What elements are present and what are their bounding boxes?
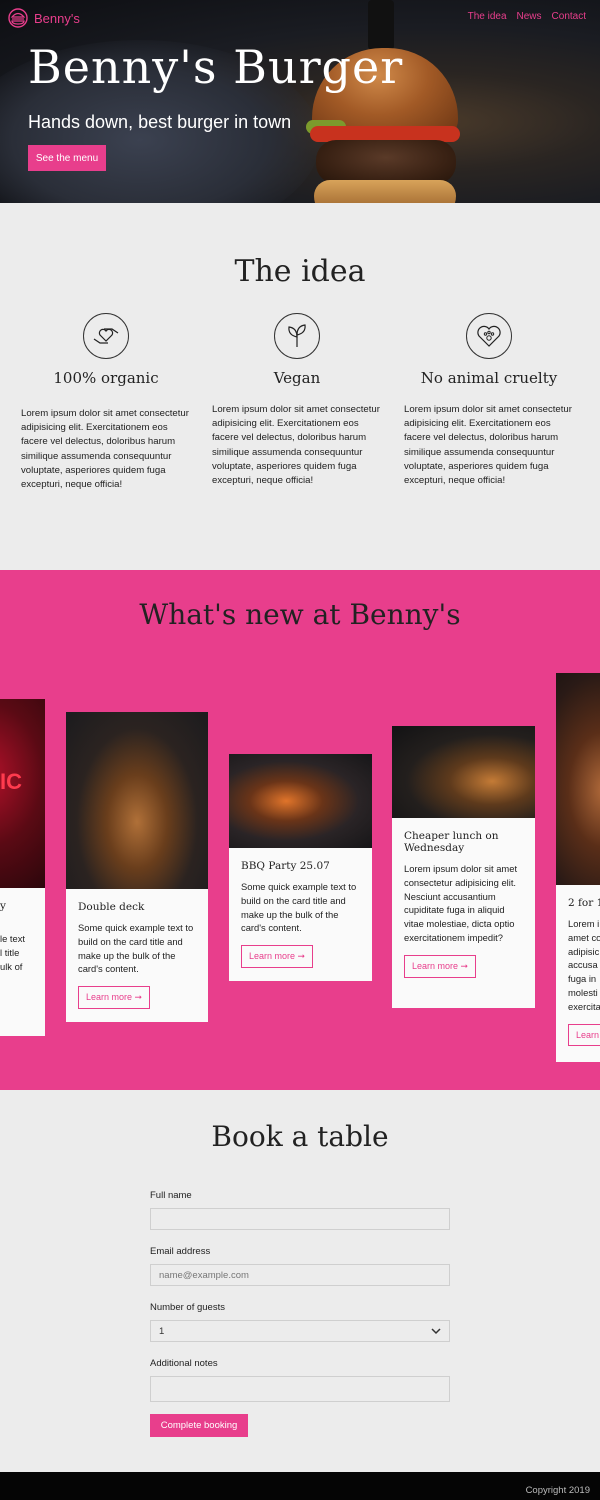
brand-name: Benny's — [34, 10, 80, 26]
card-text: Some quick example text to build on the … — [78, 922, 194, 975]
feature-title: 100% organic — [53, 369, 159, 387]
notes-label: Additional notes — [150, 1358, 218, 1369]
heart-hands-icon — [83, 313, 129, 359]
news-card: 2 for 1 Lorem i amet co adipisic accusa … — [556, 673, 600, 1062]
complete-booking-button[interactable]: Complete booking — [150, 1414, 248, 1437]
brand[interactable]: Benny's — [8, 8, 80, 28]
news-card: IC y le text l title ulk of — [0, 699, 45, 1036]
nav-link-news[interactable]: News — [517, 11, 542, 22]
feature-vegan: Vegan Lorem ipsum dolor sit amet consect… — [212, 313, 382, 488]
nav-link-contact[interactable]: Contact — [552, 11, 586, 22]
copyright-text: Copyright 2019 — [525, 1485, 590, 1496]
learn-more-button[interactable]: Learn — [568, 1023, 600, 1046]
news-section-title: What's new at Benny's — [139, 598, 461, 631]
idea-section-title: The idea — [234, 254, 366, 289]
card-image-double-deck — [66, 712, 208, 889]
feature-text: Lorem ipsum dolor sit amet consectetur a… — [212, 404, 380, 487]
hero-tagline: Hands down, best burger in town — [28, 112, 292, 132]
nav-link-idea[interactable]: The idea — [468, 11, 507, 22]
chevron-down-icon — [431, 1328, 441, 1335]
email-label: Email address — [150, 1246, 211, 1257]
paw-heart-icon — [466, 313, 512, 359]
news-section: What's new at Benny's IC y le text l tit… — [0, 570, 600, 1090]
news-card: Double deck Some quick example text to b… — [66, 712, 208, 1022]
footer: Copyright 2019 — [0, 1472, 600, 1500]
hero-title: Benny's Burger — [28, 40, 404, 94]
card-title: Double deck — [78, 901, 145, 913]
feature-title: No animal cruelty — [420, 369, 558, 387]
feature-text: Lorem ipsum dolor sit amet consectetur a… — [404, 404, 572, 487]
feature-title: Vegan — [273, 369, 321, 387]
full-name-input[interactable] — [150, 1208, 450, 1230]
guests-select-value: 1 — [159, 1325, 165, 1337]
burger-logo-icon — [8, 8, 28, 28]
guests-label: Number of guests — [150, 1302, 225, 1313]
card-image: IC — [0, 699, 45, 888]
main-nav: The idea News Contact — [468, 11, 586, 22]
card-title: Cheaper lunch on Wednesday — [404, 830, 499, 854]
feature-cruelty-free: No animal cruelty Lorem ipsum dolor sit … — [404, 313, 574, 488]
learn-more-button[interactable]: Learn more ➞ — [404, 954, 477, 978]
learn-more-button[interactable]: Learn more ➞ — [78, 986, 151, 1010]
card-text: Some quick example text to build on the … — [241, 881, 357, 934]
card-image-lunch — [392, 726, 535, 818]
feature-organic: 100% organic Lorem ipsum dolor sit amet … — [21, 313, 191, 492]
news-card: Cheaper lunch on Wednesday Lorem ipsum d… — [392, 726, 535, 1008]
book-section-title: Book a table — [211, 1120, 389, 1153]
card-title: 2 for 1 — [568, 897, 600, 909]
card-image-2for1 — [556, 673, 600, 885]
see-menu-button[interactable]: See the menu — [28, 145, 106, 171]
learn-more-button[interactable]: Learn more ➞ — [241, 945, 314, 969]
card-title: BBQ Party 25.07 — [241, 860, 330, 872]
hero-section: Benny's The idea News Contact Benny's Bu… — [0, 0, 600, 203]
card-title: y — [0, 900, 6, 912]
guests-select[interactable]: 1 — [150, 1320, 450, 1342]
card-text: Lorem i amet co adipisic accusa fuga in … — [568, 918, 600, 1012]
notes-textarea[interactable] — [150, 1376, 450, 1402]
card-text: le text l title ulk of — [0, 933, 26, 972]
feature-text: Lorem ipsum dolor sit amet consectetur a… — [21, 408, 189, 491]
card-text: Lorem ipsum dolor sit amet consectetur a… — [404, 863, 518, 943]
email-input[interactable] — [150, 1264, 450, 1286]
card-image-bbq — [229, 754, 372, 848]
full-name-label: Full name — [150, 1190, 192, 1201]
news-card: BBQ Party 25.07 Some quick example text … — [229, 754, 372, 981]
leaf-icon — [274, 313, 320, 359]
